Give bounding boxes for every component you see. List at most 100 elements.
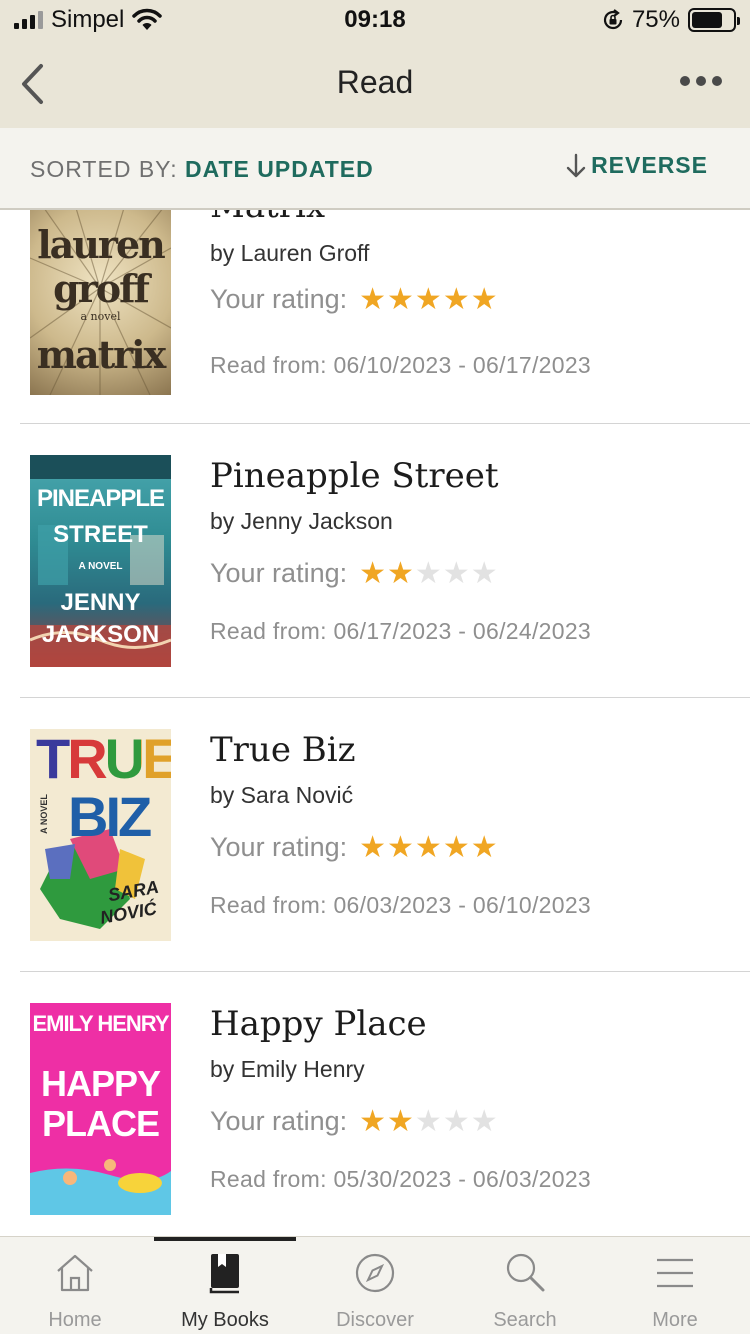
tab-label: Discover (336, 1309, 414, 1331)
dot-icon (696, 76, 706, 86)
tab-label: Search (493, 1309, 557, 1331)
rating-row[interactable]: Your rating: ★ ★ ★ ★ ★ (210, 558, 498, 589)
cover-text: groff (53, 266, 150, 311)
reverse-label: REVERSE (591, 152, 708, 178)
star-rating[interactable]: ★ ★ ★ ★ ★ (359, 832, 498, 863)
book-row[interactable]: PINEAPPLE STREET A NOVEL JENNY JACKSON P… (20, 424, 750, 698)
read-dates: Read from: 05/30/2023 - 06/03/2023 (210, 1166, 592, 1192)
star-icon[interactable]: ★ (471, 558, 498, 589)
book-row[interactable]: lauren groff a novel matrix Matrix by La… (20, 210, 750, 424)
star-icon[interactable]: ★ (471, 832, 498, 863)
dot-icon (680, 76, 690, 86)
cover-text: TRUE (36, 731, 171, 787)
book-cover[interactable]: PINEAPPLE STREET A NOVEL JENNY JACKSON (30, 455, 171, 667)
home-icon (57, 1254, 93, 1292)
cover-text: JENNY (60, 589, 141, 616)
rating-row[interactable]: Your rating: ★ ★ ★ ★ ★ (210, 284, 498, 315)
star-icon[interactable]: ★ (415, 832, 442, 863)
tab-bar: Home My Books Discover Search More (0, 1236, 750, 1334)
star-icon[interactable]: ★ (415, 558, 442, 589)
book-title[interactable]: Happy Place (210, 1004, 427, 1044)
star-icon[interactable]: ★ (443, 832, 470, 863)
tab-more[interactable]: More (600, 1237, 750, 1334)
cover-text: matrix (36, 332, 167, 377)
star-icon[interactable]: ★ (443, 558, 470, 589)
star-icon[interactable]: ★ (387, 832, 414, 863)
rotation-lock-icon (603, 9, 623, 30)
star-icon[interactable]: ★ (387, 1106, 414, 1137)
tab-search[interactable]: Search (450, 1237, 600, 1334)
battery-percentage: 75% (631, 6, 680, 33)
sort-by-selector[interactable]: DATE UPDATED (185, 156, 374, 183)
cover-text: PLACE (41, 1103, 160, 1144)
star-icon[interactable]: ★ (387, 558, 414, 589)
status-bar: Simpel 09:18 75% (0, 0, 750, 40)
tab-discover[interactable]: Discover (300, 1237, 450, 1334)
page-title: Read (336, 64, 414, 100)
book-row[interactable]: EMILY HENRY HAPPY PLACE Happy Place by E… (20, 972, 750, 1236)
cover-text: a novel (80, 310, 121, 323)
read-dates: Read from: 06/10/2023 - 06/17/2023 (210, 352, 592, 378)
book-row[interactable]: TRUE BIZ A NOVEL SARA NOVIĆ True Biz by … (20, 698, 750, 972)
rating-label: Your rating: (210, 558, 348, 588)
read-dates: Read from: 06/17/2023 - 06/24/2023 (210, 618, 592, 644)
dot-icon (712, 76, 722, 86)
cover-text: HAPPY (40, 1063, 161, 1104)
navigation-bar: Read (0, 40, 750, 128)
cover-text: JACKSON (41, 621, 160, 648)
book-author[interactable]: by Lauren Groff (210, 240, 369, 267)
book-cover[interactable]: lauren groff a novel matrix (30, 210, 171, 395)
cover-text: BIZ (68, 785, 152, 848)
rating-label: Your rating: (210, 284, 348, 314)
star-icon[interactable]: ★ (471, 1106, 498, 1137)
star-icon[interactable]: ★ (387, 284, 414, 315)
sort-label: SORTED BY: (30, 156, 178, 182)
star-icon[interactable]: ★ (415, 284, 442, 315)
star-rating[interactable]: ★ ★ ★ ★ ★ (359, 284, 498, 315)
rating-row[interactable]: Your rating: ★ ★ ★ ★ ★ (210, 1106, 498, 1137)
star-rating[interactable]: ★ ★ ★ ★ ★ (359, 1106, 498, 1137)
cover-text: EMILY HENRY (32, 1011, 169, 1036)
tab-label: My Books (181, 1309, 269, 1331)
rating-label: Your rating: (210, 832, 348, 862)
reverse-sort-button[interactable]: REVERSE (565, 152, 708, 179)
rating-row[interactable]: Your rating: ★ ★ ★ ★ ★ (210, 832, 498, 863)
book-list[interactable]: lauren groff a novel matrix Matrix by La… (0, 210, 750, 1236)
arrow-down-icon (566, 153, 586, 177)
cover-text: lauren (37, 222, 166, 267)
star-icon[interactable]: ★ (359, 558, 386, 589)
cover-text: STREET (53, 521, 148, 548)
book-author[interactable]: by Jenny Jackson (210, 508, 393, 535)
book-author[interactable]: by Emily Henry (210, 1056, 365, 1083)
star-icon[interactable]: ★ (443, 284, 470, 315)
read-dates: Read from: 06/03/2023 - 06/10/2023 (210, 892, 592, 918)
star-icon[interactable]: ★ (359, 284, 386, 315)
book-author[interactable]: by Sara Nović (210, 782, 353, 809)
book-cover[interactable]: EMILY HENRY HAPPY PLACE (30, 1003, 171, 1215)
star-icon[interactable]: ★ (359, 1106, 386, 1137)
book-title[interactable]: True Biz (210, 730, 356, 770)
cover-title-line1: TRUE (36, 729, 171, 790)
tab-my-books[interactable]: My Books (150, 1237, 300, 1334)
book-cover[interactable]: TRUE BIZ A NOVEL SARA NOVIĆ (30, 729, 171, 941)
status-right: 75% (602, 6, 740, 34)
star-icon[interactable]: ★ (415, 1106, 442, 1137)
search-icon (506, 1253, 545, 1292)
star-icon[interactable]: ★ (471, 284, 498, 315)
more-options-button[interactable] (680, 76, 722, 86)
star-rating[interactable]: ★ ★ ★ ★ ★ (359, 558, 498, 589)
rating-label: Your rating: (210, 1106, 348, 1136)
cover-text: A NOVEL (38, 794, 49, 834)
cover-text: PINEAPPLE (36, 485, 165, 512)
cover-text: A NOVEL (78, 561, 123, 572)
menu-icon (657, 1258, 693, 1288)
book-title[interactable]: Matrix (210, 210, 325, 226)
battery-icon (688, 8, 740, 32)
my-books-icon (209, 1254, 239, 1294)
tab-home[interactable]: Home (0, 1237, 150, 1334)
tab-label: More (652, 1309, 698, 1331)
star-icon[interactable]: ★ (443, 1106, 470, 1137)
sort-bar: SORTED BY: DATE UPDATED REVERSE (0, 128, 750, 210)
star-icon[interactable]: ★ (359, 832, 386, 863)
book-title[interactable]: Pineapple Street (210, 456, 499, 496)
